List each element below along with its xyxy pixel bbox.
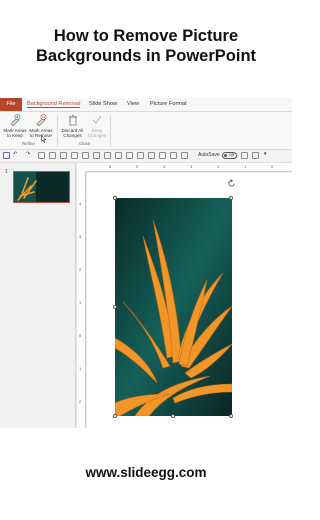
resize-handle-bottom-right[interactable]: [229, 414, 233, 418]
group-label-close: Close: [79, 141, 91, 146]
ruler-tick-label: 3: [190, 164, 193, 169]
undo-icon[interactable]: ↶: [13, 151, 17, 157]
customize-toolbar-icon[interactable]: ▾: [264, 151, 267, 157]
resize-handle-bottom-left[interactable]: [113, 414, 117, 418]
selected-picture[interactable]: [115, 198, 232, 416]
ruler-tick-label: 2: [79, 267, 82, 272]
rotate-handle-icon[interactable]: [227, 179, 236, 188]
headline-line-1: How to Remove Picture: [53, 27, 239, 45]
keep-changes-button[interactable]: Keep Changes: [86, 114, 108, 139]
toolbar-button[interactable]: [170, 152, 177, 159]
tab-background-removal[interactable]: Background Removal: [27, 101, 81, 108]
resize-handle-top-left[interactable]: [113, 196, 117, 200]
ruler-tick-label: 0: [271, 164, 274, 169]
toolbar-button[interactable]: [104, 152, 111, 159]
tab-view[interactable]: View: [127, 101, 139, 107]
ruler-tick-label: 5: [136, 164, 139, 169]
quick-access-toolbar: ↶ ↷ AutoSave Off ▾: [0, 150, 292, 163]
ruler-tick-label: 4: [79, 201, 82, 206]
discard-all-changes-button[interactable]: Discard All Changes: [59, 114, 86, 139]
pencil-plus-icon: [10, 114, 21, 126]
ruler-tick-label: 0: [79, 333, 82, 338]
slide-number: 1: [5, 169, 8, 175]
toolbar-button[interactable]: [82, 152, 89, 159]
discard-label-1: Discard All: [61, 128, 84, 133]
ruler-tick-label: 1: [79, 366, 82, 371]
mark-keep-label-1: Mark Areas: [3, 128, 27, 133]
toolbar-button[interactable]: [148, 152, 155, 159]
group-divider: [110, 115, 111, 147]
toolbar-button[interactable]: [126, 152, 133, 159]
toolbar-button[interactable]: [181, 152, 188, 159]
save-icon[interactable]: [3, 152, 10, 159]
bird-of-paradise-image: [115, 198, 232, 416]
toolbar-button[interactable]: [71, 152, 78, 159]
ruler-tick-label: 2: [79, 399, 82, 404]
toolbar-button[interactable]: [159, 152, 166, 159]
toolbar-button[interactable]: [38, 152, 45, 159]
toolbar-button[interactable]: [60, 152, 67, 159]
pencil-minus-icon: [36, 114, 47, 126]
mouse-cursor-icon: [41, 135, 47, 143]
toolbar-button[interactable]: [241, 152, 248, 159]
mark-keep-label-2: to Keep: [7, 133, 23, 139]
tab-picture-format[interactable]: Picture Format: [150, 101, 187, 107]
video-headline: How to Remove Picture Backgrounds in Pow…: [0, 26, 292, 66]
autosave-label: AutoSave: [198, 152, 220, 158]
group-divider: [57, 115, 58, 147]
trash-icon: [68, 115, 77, 126]
redo-icon[interactable]: ↷: [26, 151, 30, 157]
tab-slide-show[interactable]: Slide Show: [89, 101, 117, 107]
ruler-tick-label: 1: [244, 164, 247, 169]
ruler-tick-label: 3: [79, 234, 82, 239]
toolbar-button[interactable]: [252, 152, 259, 159]
ruler-tick-label: 4: [163, 164, 166, 169]
horizontal-ruler: 6 5 4 3 2 1 0: [77, 163, 292, 172]
ribbon-panel: Mark Areas to Keep Mark Areas to Remove …: [0, 112, 292, 150]
resize-handle-middle-left[interactable]: [113, 305, 117, 309]
discard-label-2: Changes: [63, 133, 82, 139]
vertical-ruler: 4 3 2 1 0 1 2: [77, 171, 86, 428]
ruler-tick-label: 2: [217, 164, 220, 169]
keep-label-2: Changes: [87, 133, 107, 139]
thumbnail-flower-image: [14, 172, 69, 202]
resize-handle-bottom-middle[interactable]: [171, 414, 175, 418]
slide-thumbnail[interactable]: [13, 171, 70, 203]
website-url: www.slideegg.com: [85, 465, 207, 480]
headline-line-2: Backgrounds in PowerPoint: [35, 47, 257, 65]
toolbar-button[interactable]: [93, 152, 100, 159]
tab-file[interactable]: File: [0, 98, 22, 111]
mark-areas-to-keep-button[interactable]: Mark Areas to Keep: [2, 114, 28, 139]
autosave-toggle[interactable]: Off: [222, 152, 237, 159]
ribbon-tab-bar: File Background Removal Slide Show View …: [0, 98, 292, 112]
mark-remove-label-1: Mark Areas: [29, 128, 53, 133]
toolbar-button[interactable]: [115, 152, 122, 159]
ruler-tick-label: 6: [109, 164, 112, 169]
resize-handle-top-right[interactable]: [229, 196, 233, 200]
toolbar-button[interactable]: [49, 152, 56, 159]
toolbar-button[interactable]: [137, 152, 144, 159]
group-label-refine: Refine: [22, 141, 35, 146]
ruler-tick-label: 1: [79, 300, 82, 305]
keep-label-1: Keep: [91, 128, 103, 133]
slide-thumbnails-pane: 1: [0, 163, 76, 428]
checkmark-icon: [92, 115, 102, 124]
